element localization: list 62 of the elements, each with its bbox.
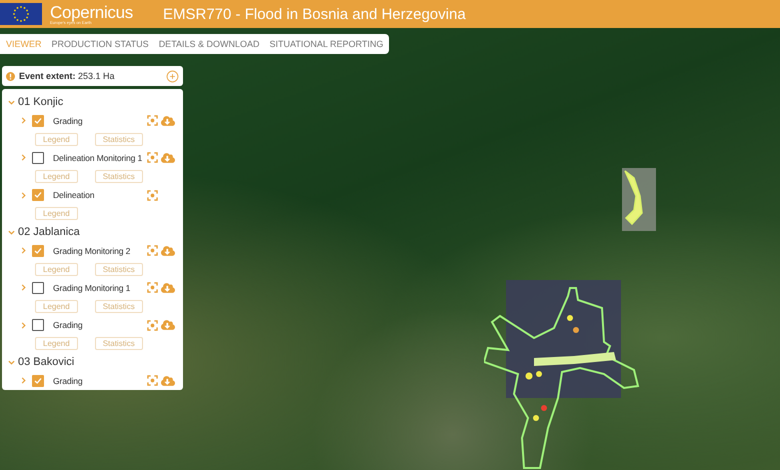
layer-checkbox[interactable] [32, 114, 44, 127]
layer-option-button[interactable]: Legend [35, 300, 78, 313]
layer-option-button[interactable]: Statistics [94, 300, 143, 313]
focus-icon[interactable] [147, 245, 158, 256]
layer-checkbox[interactable] [32, 152, 44, 164]
cloud-download-icon[interactable] [161, 150, 175, 165]
cloud-download-icon[interactable] [161, 318, 175, 332]
layer-option-button[interactable]: Legend [35, 207, 78, 220]
layer-option-button[interactable]: Statistics [94, 337, 143, 350]
layer-option-button[interactable]: Legend [35, 170, 78, 184]
event-extent-text: Event extent: 253.1 Ha [19, 71, 116, 81]
layer-checkbox[interactable] [32, 244, 44, 257]
chevron-icon[interactable] [20, 192, 27, 199]
focus-icon[interactable] [147, 282, 158, 294]
chevron-icon[interactable] [20, 377, 27, 384]
chevron-icon[interactable] [20, 322, 27, 329]
nav-tab[interactable]: PRODUCTION STATUS [52, 39, 149, 49]
layer-name: Grading [53, 116, 84, 126]
layer-option-button[interactable]: Statistics [94, 132, 143, 146]
nav-tab[interactable]: VIEWER [6, 39, 42, 49]
group-name[interactable]: 01 Konjic [18, 96, 64, 108]
focus-icon[interactable] [147, 115, 158, 126]
focus-icon[interactable] [147, 320, 158, 331]
page-title: EMSR770 - Flood in Bosnia and Herzegovina [163, 6, 466, 22]
layer-name: Grading [53, 320, 84, 330]
group-name[interactable]: 02 Jablanica [18, 226, 80, 238]
focus-icon[interactable] [147, 152, 158, 164]
chevron-icon[interactable] [20, 284, 27, 292]
layer-name: Grading Monitoring 2 [53, 246, 132, 256]
layer-option-button[interactable]: Legend [35, 337, 78, 350]
nav-tab[interactable]: DETAILS & DOWNLOAD [158, 39, 260, 49]
flood-area-drawing [622, 168, 656, 231]
chevron-icon[interactable] [20, 117, 27, 124]
chevron-icon[interactable] [8, 98, 15, 106]
layer-checkbox[interactable] [32, 189, 44, 202]
chevron-icon[interactable] [8, 358, 15, 366]
layer-option-button[interactable]: Statistics [94, 262, 143, 276]
layer-option-button[interactable]: Legend [35, 262, 78, 276]
chevron-icon[interactable] [8, 228, 15, 236]
info-icon [6, 72, 15, 80]
chevron-icon[interactable] [20, 247, 27, 254]
layer-checkbox[interactable] [32, 282, 44, 294]
layer-checkbox[interactable] [32, 319, 44, 332]
focus-icon[interactable] [147, 190, 158, 201]
cloud-download-icon[interactable] [161, 374, 175, 388]
nav-tab[interactable]: SITUATIONAL REPORTING [270, 39, 384, 49]
focus-icon[interactable] [147, 375, 158, 386]
layer-name: Grading Monitoring 1 [53, 282, 132, 293]
eu-flag-icon [0, 3, 42, 25]
layer-name: Delineation Monitoring 1 [53, 152, 144, 163]
cloud-download-icon[interactable] [161, 114, 175, 128]
logo-text: Copernicus [50, 4, 133, 20]
layer-option-button[interactable]: Legend [35, 132, 78, 146]
layer-name: Delineation [53, 190, 96, 200]
group-name[interactable]: 03 Bakovici [18, 356, 74, 368]
add-icon[interactable] [166, 70, 179, 82]
layer-name: Grading [53, 376, 84, 386]
cloud-download-icon[interactable] [161, 244, 175, 258]
layer-checkbox[interactable] [32, 374, 44, 387]
layer-option-button[interactable]: Statistics [94, 170, 143, 184]
chevron-icon[interactable] [20, 154, 27, 162]
cloud-download-icon[interactable] [161, 280, 175, 295]
